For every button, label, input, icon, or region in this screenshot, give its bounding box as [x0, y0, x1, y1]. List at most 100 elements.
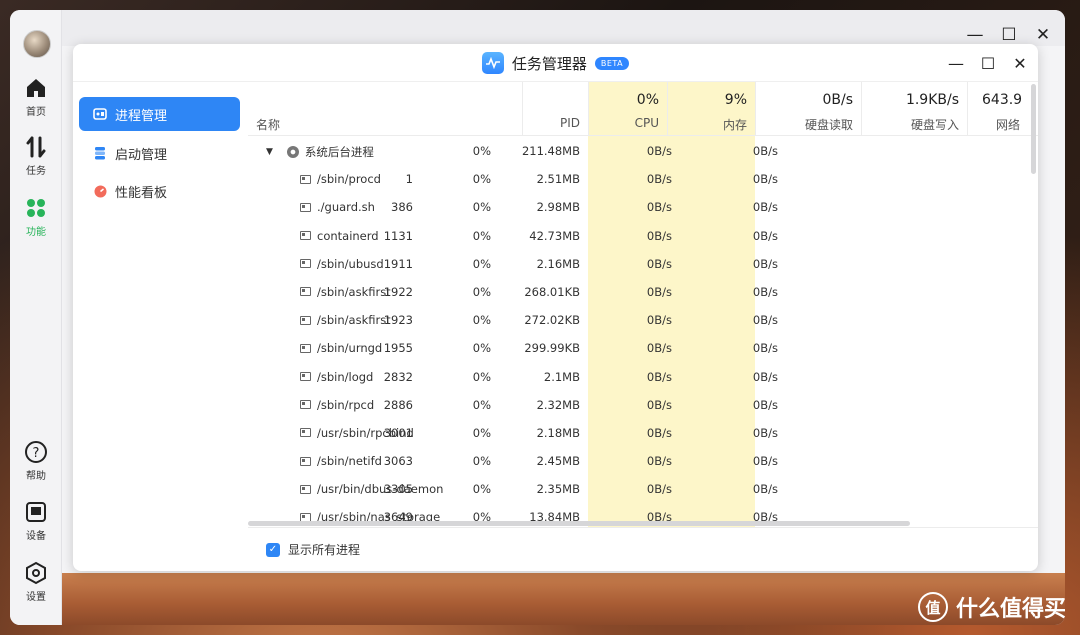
- process-mem: 2.32MB: [536, 397, 580, 412]
- process-pid: 1923: [383, 313, 413, 328]
- process-name: /sbin/netifd: [317, 454, 382, 469]
- process-disk-read: 0B/s: [646, 397, 672, 412]
- process-icon: [300, 372, 311, 381]
- header-mem[interactable]: 9% 内存: [667, 82, 755, 135]
- header-disk-read[interactable]: 0B/s 硬盘读取: [755, 82, 861, 135]
- process-disk-write: 0B/s: [752, 425, 778, 440]
- table-row[interactable]: /sbin/urngd 1955 0% 299.99KB 0B/s 0B/s: [248, 333, 1038, 361]
- process-pid: 1922: [383, 284, 413, 299]
- process-mem: 2.16MB: [536, 256, 580, 271]
- table-row[interactable]: /usr/sbin/rpcbind 3001 0% 2.18MB 0B/s 0B/s: [248, 418, 1038, 446]
- table-row[interactable]: /sbin/rpcd 2886 0% 2.32MB 0B/s 0B/s: [248, 390, 1038, 418]
- process-icon: [300, 400, 311, 410]
- sidebar-item-label: 任务: [26, 166, 46, 177]
- process-icon: [300, 202, 311, 212]
- header-name[interactable]: 名称: [248, 82, 522, 135]
- menu-item-startup[interactable]: 启动管理: [79, 136, 240, 170]
- process-icon: [300, 174, 311, 184]
- process-disk-write: 0B/s: [752, 313, 778, 328]
- process-disk-read: 0B/s: [646, 425, 672, 440]
- process-mem: 2.51MB: [536, 172, 580, 187]
- close-icon[interactable]: ✕: [1010, 54, 1030, 74]
- system-process-icon: [286, 146, 299, 158]
- process-pid: 3063: [383, 454, 413, 469]
- table-row-group[interactable]: ▼ 系统后台进程 0% 211.48MB 0B/s 0B/s: [248, 136, 1038, 164]
- process-disk-read: 0B/s: [646, 313, 672, 328]
- process-icon: [300, 287, 311, 297]
- sidebar-item-features[interactable]: 功能: [10, 196, 62, 238]
- transfer-icon: [26, 136, 46, 158]
- main-sidebar: 首页 任务 功能 ? 帮助 设备 设置: [10, 10, 62, 625]
- process-mem: 268.01KB: [524, 284, 580, 299]
- process-disk-write: 0B/s: [752, 482, 778, 497]
- header-disk-write[interactable]: 1.9KB/s 硬盘写入: [861, 82, 967, 135]
- maximize-icon[interactable]: ☐: [978, 54, 998, 74]
- header-pid[interactable]: PID: [522, 82, 588, 135]
- process-name: /sbin/askfirst: [317, 284, 391, 299]
- process-disk-write: 0B/s: [752, 256, 778, 271]
- sidebar-item-label: 帮助: [26, 471, 46, 482]
- process-cpu: 0%: [472, 369, 491, 384]
- beta-badge: BETA: [594, 56, 630, 70]
- window-controls: — ☐ ✕: [946, 54, 1030, 74]
- process-name: /sbin/logd: [317, 369, 374, 384]
- sidebar-item-settings[interactable]: 设置: [10, 561, 62, 603]
- process-cpu: 0%: [472, 172, 491, 187]
- process-pid: 2886: [383, 397, 413, 412]
- gauge-icon: [93, 184, 107, 198]
- menu-item-performance[interactable]: 性能看板: [79, 174, 240, 208]
- expand-caret-icon[interactable]: ▼: [266, 147, 273, 157]
- device-icon: [26, 502, 46, 522]
- sidebar-item-help[interactable]: ? 帮助: [10, 440, 62, 482]
- process-icon: [300, 259, 311, 269]
- process-cpu: 0%: [472, 313, 491, 328]
- sidebar-item-home[interactable]: 首页: [10, 76, 62, 118]
- process-icon: [300, 456, 311, 466]
- show-all-checkbox[interactable]: ✓: [266, 542, 280, 557]
- menu-item-label: 启动管理: [115, 147, 168, 163]
- process-icon: [300, 484, 311, 494]
- process-disk-write: 0B/s: [752, 200, 778, 215]
- menu-item-processes[interactable]: 进程管理: [79, 97, 240, 131]
- table-row[interactable]: /sbin/ubusd 1911 0% 2.16MB 0B/s 0B/s: [248, 249, 1038, 277]
- process-disk-read: 0B/s: [646, 369, 672, 384]
- table-row[interactable]: ./guard.sh 386 0% 2.98MB 0B/s 0B/s: [248, 192, 1038, 220]
- table-row[interactable]: /sbin/logd 2832 0% 2.1MB 0B/s 0B/s: [248, 362, 1038, 390]
- outer-minimize-icon[interactable]: —: [965, 25, 985, 45]
- outer-close-icon[interactable]: ✕: [1033, 25, 1053, 45]
- table-row[interactable]: /sbin/askfirst 1922 0% 268.01KB 0B/s 0B/s: [248, 277, 1038, 305]
- process-disk-read: 0B/s: [646, 482, 672, 497]
- watermark-text: 什么值得买: [955, 597, 1066, 622]
- table-row[interactable]: /sbin/askfirst 1923 0% 272.02KB 0B/s 0B/s: [248, 305, 1038, 333]
- header-cpu[interactable]: 0% CPU: [588, 82, 667, 135]
- process-icon: [300, 343, 311, 353]
- table-row[interactable]: /sbin/netifd 3063 0% 2.45MB 0B/s 0B/s: [248, 446, 1038, 474]
- process-icon: [300, 315, 311, 325]
- sidebar-item-device[interactable]: 设备: [10, 500, 62, 542]
- menu-item-label: 性能看板: [115, 185, 168, 201]
- group-name: 系统后台进程: [304, 145, 374, 159]
- vertical-scrollbar[interactable]: [1031, 84, 1036, 174]
- table-row[interactable]: /sbin/procd 1 0% 2.51MB 0B/s 0B/s: [248, 164, 1038, 192]
- show-all-label: 显示所有进程: [288, 543, 361, 557]
- process-disk-read: 0B/s: [646, 284, 672, 299]
- table-row[interactable]: /usr/bin/dbus-daemon 3305 0% 2.35MB 0B/s 0B/s: [248, 474, 1038, 502]
- process-disk-write: 0B/s: [752, 284, 778, 299]
- minimize-icon[interactable]: —: [946, 54, 966, 74]
- task-manager-app-icon: [481, 52, 504, 74]
- avatar[interactable]: [23, 30, 51, 58]
- process-pid: 1955: [383, 341, 413, 356]
- sidebar-item-label: 设置: [26, 592, 46, 603]
- table-row[interactable]: containerd 1131 0% 42.73MB 0B/s 0B/s: [248, 221, 1038, 249]
- horizontal-scrollbar[interactable]: [248, 521, 910, 526]
- outer-wallpaper-strip: [62, 573, 1065, 625]
- process-pid: 2832: [383, 369, 413, 384]
- process-disk-write: 0B/s: [752, 369, 778, 384]
- outer-maximize-icon[interactable]: ☐: [999, 25, 1019, 45]
- process-mem: 42.73MB: [529, 228, 580, 243]
- process-disk-write: 0B/s: [752, 228, 778, 243]
- sidebar-item-tasks[interactable]: 任务: [10, 135, 62, 177]
- process-cpu: 0%: [472, 284, 491, 299]
- process-cpu: 0%: [472, 482, 491, 497]
- header-net[interactable]: 643.9 网络: [967, 82, 1038, 135]
